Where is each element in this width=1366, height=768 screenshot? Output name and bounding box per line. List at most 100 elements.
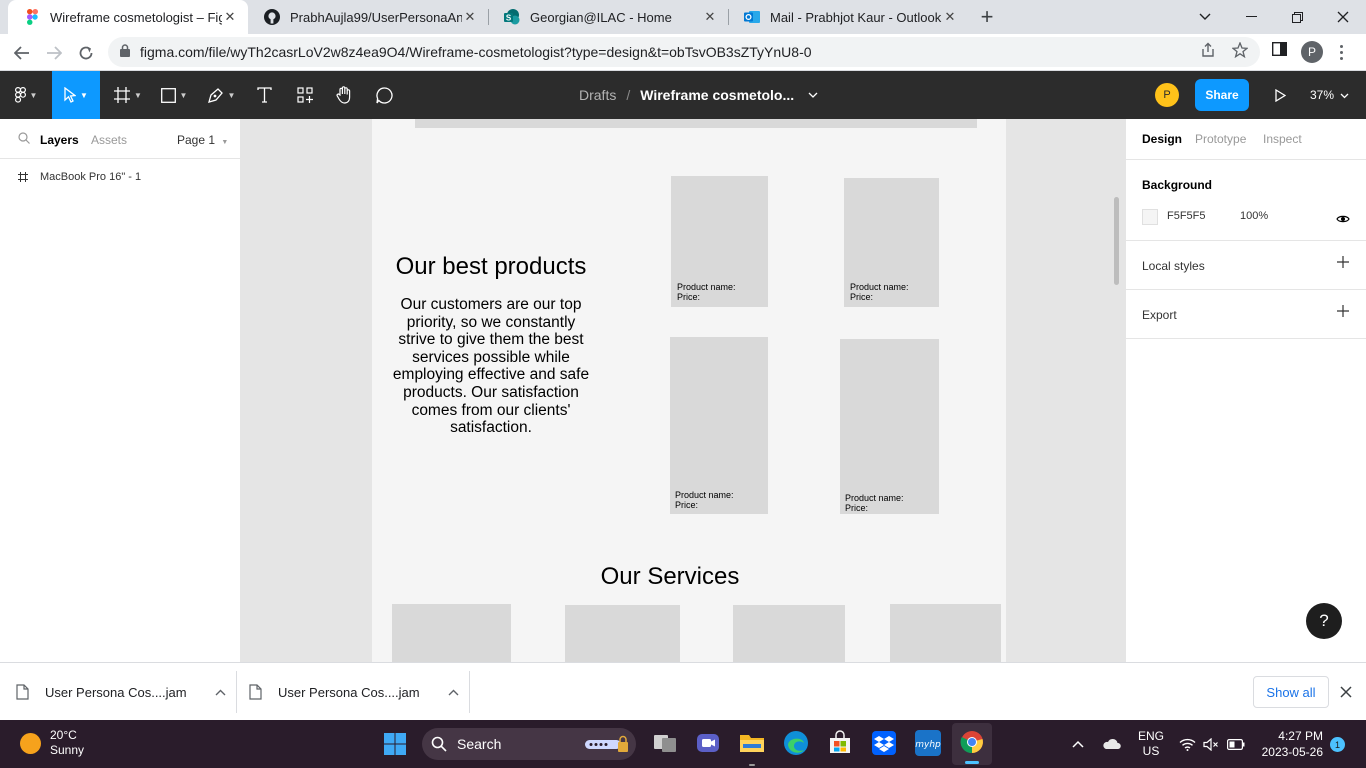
show-all-button[interactable]: Show all <box>1253 676 1329 708</box>
text-tool-icon[interactable] <box>248 71 280 119</box>
browser-tab-sharepoint[interactable]: S Georgian@ILAC - Home ✕ <box>488 0 728 34</box>
present-play-icon[interactable] <box>1268 83 1292 107</box>
chrome-icon <box>960 730 984 759</box>
service-card[interactable] <box>890 604 1001 662</box>
figma-main-menu-icon[interactable]: ▼ <box>6 71 46 119</box>
windows-start-icon[interactable] <box>384 733 406 760</box>
help-button[interactable]: ? <box>1306 603 1342 639</box>
move-tool-icon[interactable]: ▼ <box>52 71 100 119</box>
service-card[interactable] <box>565 605 680 662</box>
volume-muted-icon[interactable] <box>1203 720 1219 768</box>
placeholder-banner[interactable] <box>415 119 977 128</box>
chevron-up-icon[interactable] <box>448 689 459 696</box>
product-card[interactable]: Product name: Price: <box>840 339 939 514</box>
frame-tool-icon[interactable]: ▼ <box>108 71 148 119</box>
products-heading[interactable]: Our best products <box>372 253 610 281</box>
tray-overflow-chevron-icon[interactable] <box>1072 720 1084 768</box>
taskbar-search[interactable]: Search <box>422 728 636 760</box>
add-style-plus-icon[interactable] <box>1337 255 1349 273</box>
forward-arrow-icon[interactable] <box>40 39 68 67</box>
tab-layers[interactable]: Layers <box>40 133 79 147</box>
file-name[interactable]: Wireframe cosmetolo... <box>640 87 794 103</box>
onedrive-cloud-icon[interactable] <box>1102 720 1121 768</box>
search-icon[interactable] <box>18 132 30 147</box>
tab-search-chevron-icon[interactable] <box>1182 0 1228 34</box>
user-avatar[interactable]: P <box>1155 83 1179 107</box>
products-paragraph[interactable]: Our customers are our top priority, so w… <box>388 296 594 437</box>
zoom-dropdown[interactable]: 37% <box>1310 71 1349 119</box>
service-card[interactable] <box>733 605 845 662</box>
pen-tool-icon[interactable]: ▼ <box>200 71 242 119</box>
task-view-icon[interactable] <box>652 730 678 756</box>
hand-tool-icon[interactable] <box>328 71 360 119</box>
design-canvas[interactable]: Our best products Our customers are our … <box>241 119 1125 662</box>
chevron-up-icon[interactable] <box>215 689 226 696</box>
microsoft-store-icon[interactable] <box>827 730 853 756</box>
dropbox-icon[interactable] <box>871 730 897 756</box>
product-card[interactable]: Product name: Price: <box>844 178 939 307</box>
tab-inspect[interactable]: Inspect <box>1263 132 1302 146</box>
lock-icon <box>120 44 130 60</box>
share-page-icon[interactable] <box>1200 42 1216 62</box>
minimize-icon[interactable] <box>1228 0 1274 34</box>
reload-icon[interactable] <box>72 39 100 67</box>
browser-tab-github[interactable]: PrabhAujla99/UserPersonaAndW ✕ <box>248 0 488 34</box>
download-filename: User Persona Cos....jam <box>45 684 187 700</box>
teams-chat-icon[interactable] <box>695 730 721 756</box>
notification-badge[interactable]: 1 <box>1330 737 1345 752</box>
share-button[interactable]: Share <box>1195 79 1249 111</box>
browser-menu-icon[interactable] <box>1336 40 1346 64</box>
page-selector[interactable]: Page 1 ▼ <box>177 133 228 147</box>
close-downloads-icon[interactable] <box>1340 685 1352 703</box>
new-tab-button[interactable]: + <box>974 4 1000 30</box>
restore-icon[interactable] <box>1274 0 1320 34</box>
file-explorer-icon[interactable] <box>739 730 765 756</box>
back-arrow-icon[interactable] <box>8 39 36 67</box>
tab-assets[interactable]: Assets <box>91 133 127 147</box>
background-title: Background <box>1142 178 1213 192</box>
tab-close-icon[interactable]: ✕ <box>942 9 958 25</box>
tab-close-icon[interactable]: ✕ <box>222 9 238 25</box>
tab-close-icon[interactable]: ✕ <box>462 9 478 25</box>
design-panel: Design Prototype Inspect Background F5F5… <box>1125 119 1366 662</box>
services-heading[interactable]: Our Services <box>372 563 968 591</box>
tab-close-icon[interactable]: ✕ <box>702 9 718 25</box>
shape-tool-icon[interactable]: ▼ <box>154 71 194 119</box>
language-code: ENG <box>1138 729 1165 743</box>
chevron-down-icon[interactable] <box>808 90 818 101</box>
background-hex-input[interactable]: F5F5F5 <box>1167 210 1206 222</box>
bookmark-star-icon[interactable] <box>1231 41 1249 62</box>
chrome-taskbar-active[interactable] <box>952 723 992 765</box>
tab-prototype[interactable]: Prototype <box>1195 132 1246 146</box>
background-color-swatch[interactable] <box>1142 209 1158 225</box>
browser-tab-figma[interactable]: Wireframe cosmetologist – Figma ✕ <box>8 0 248 34</box>
side-panel-icon[interactable] <box>1271 41 1288 60</box>
macbook-frame[interactable]: Our best products Our customers are our … <box>372 119 1006 662</box>
product-card[interactable]: Product name: Price: <box>671 176 768 307</box>
eye-icon[interactable] <box>1336 211 1350 229</box>
edge-browser-icon[interactable] <box>783 730 809 756</box>
profile-avatar[interactable]: P <box>1301 41 1323 63</box>
hp-myhp-icon[interactable]: myhp <box>915 730 941 756</box>
comment-tool-icon[interactable] <box>368 71 400 119</box>
language-indicator[interactable]: ENG US <box>1138 720 1164 768</box>
service-card[interactable] <box>392 604 511 662</box>
browser-tab-outlook[interactable]: Mail - Prabhjot Kaur - Outlook ✕ <box>728 0 968 34</box>
background-opacity-input[interactable]: 100% <box>1240 210 1268 222</box>
download-item[interactable]: User Persona Cos....jam <box>16 663 226 721</box>
add-export-plus-icon[interactable] <box>1337 304 1349 322</box>
product-card[interactable]: Product name: Price: <box>670 337 768 514</box>
weather-widget[interactable]: 20°C Sunny <box>20 728 84 758</box>
canvas-scrollbar[interactable] <box>1114 197 1119 285</box>
layer-item[interactable]: MacBook Pro 16" - 1 <box>0 167 240 187</box>
address-bar[interactable]: figma.com/file/wyTh2casrLoV2w8z4ea9O4/Wi… <box>108 37 1260 67</box>
resources-tool-icon[interactable] <box>288 71 322 119</box>
battery-icon[interactable] <box>1227 720 1245 768</box>
window-close-icon[interactable] <box>1320 0 1366 34</box>
download-item[interactable]: User Persona Cos....jam <box>249 663 459 721</box>
active-app-indicator <box>965 761 979 764</box>
breadcrumb-drafts[interactable]: Drafts <box>579 87 616 103</box>
wifi-icon[interactable] <box>1179 720 1196 768</box>
tab-design[interactable]: Design <box>1142 132 1182 146</box>
clock[interactable]: 4:27 PM 2023-05-26 <box>1260 720 1323 768</box>
